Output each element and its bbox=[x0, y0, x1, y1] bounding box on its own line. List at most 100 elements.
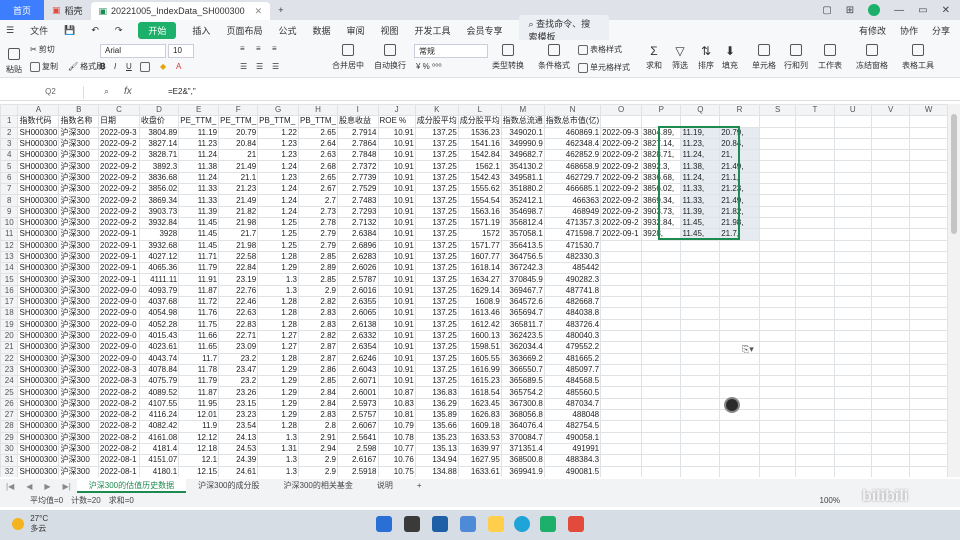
row-header[interactable]: 7 bbox=[0, 183, 19, 196]
cell[interactable]: 2.89 bbox=[297, 262, 339, 275]
column-header[interactable]: I bbox=[337, 104, 379, 117]
cell[interactable]: 466685.1 bbox=[543, 183, 602, 196]
cell[interactable]: 10.77 bbox=[377, 442, 416, 456]
cell[interactable]: 2.86 bbox=[297, 363, 339, 377]
cell[interactable] bbox=[719, 442, 760, 456]
cell[interactable]: SH000300 bbox=[17, 329, 60, 343]
row-header[interactable]: 18 bbox=[0, 307, 19, 320]
cell[interactable]: 137.25 bbox=[414, 341, 459, 354]
cell[interactable] bbox=[833, 205, 873, 218]
cell[interactable]: 137.25 bbox=[414, 160, 459, 173]
row-header[interactable]: 9 bbox=[0, 205, 19, 218]
cell[interactable]: 2.63 bbox=[297, 149, 339, 162]
cell[interactable] bbox=[758, 409, 797, 422]
cell[interactable] bbox=[795, 228, 835, 241]
cell[interactable]: 1.29 bbox=[257, 386, 299, 399]
cell[interactable]: 3836.68 bbox=[138, 171, 180, 185]
cell[interactable] bbox=[870, 205, 911, 218]
cell[interactable]: 11.7 bbox=[178, 352, 220, 365]
cell[interactable]: 10.91 bbox=[377, 273, 416, 286]
wrap-text-button[interactable]: 自动换行 bbox=[374, 44, 406, 71]
cell[interactable] bbox=[833, 149, 873, 162]
cell[interactable]: SH000300 bbox=[17, 363, 60, 377]
cell[interactable] bbox=[795, 431, 835, 444]
number-format-select[interactable]: 常规 bbox=[414, 44, 488, 58]
cell[interactable]: 365689.5 bbox=[500, 375, 545, 388]
cell[interactable] bbox=[909, 409, 948, 422]
cell[interactable]: 11.33 bbox=[178, 183, 220, 196]
cell[interactable]: 1.29 bbox=[257, 397, 299, 411]
cell[interactable]: 1634.27 bbox=[457, 273, 502, 286]
cell[interactable]: 480040.3 bbox=[543, 329, 602, 343]
cell[interactable]: 10.91 bbox=[377, 205, 416, 218]
cell[interactable]: 4181.4 bbox=[138, 442, 180, 456]
zoom-formula-icon[interactable]: ⌕ bbox=[104, 86, 109, 97]
cell[interactable]: 指数名称 bbox=[58, 115, 100, 128]
cell[interactable]: 468658.9 bbox=[543, 160, 602, 173]
cell[interactable]: 21.1 bbox=[218, 171, 259, 185]
row-header[interactable]: 32 bbox=[0, 465, 19, 477]
cell[interactable] bbox=[833, 284, 873, 298]
cell[interactable]: 1618.14 bbox=[457, 262, 502, 275]
row-header[interactable]: 17 bbox=[0, 296, 19, 309]
cell[interactable] bbox=[870, 465, 911, 477]
underline-button[interactable]: U bbox=[126, 62, 132, 71]
gallery-icon[interactable] bbox=[432, 516, 448, 532]
cell[interactable]: 收盘价 bbox=[138, 115, 180, 128]
cell[interactable]: 11.45, bbox=[680, 228, 721, 241]
cell[interactable] bbox=[600, 341, 642, 354]
cell[interactable]: 2.84 bbox=[297, 386, 339, 399]
cell[interactable]: 沪深300 bbox=[58, 273, 100, 286]
cell[interactable]: 4078.84 bbox=[138, 363, 180, 377]
cell[interactable]: 1.28 bbox=[257, 307, 299, 320]
cell[interactable]: 11.19 bbox=[178, 126, 220, 139]
sum-button[interactable]: Σ 求和 bbox=[646, 44, 662, 71]
bold-button[interactable]: B bbox=[100, 62, 106, 71]
cell[interactable]: 3828.71, bbox=[640, 149, 682, 162]
cell[interactable]: 137.25 bbox=[414, 228, 459, 241]
cell[interactable]: 1536.23 bbox=[457, 126, 502, 139]
cell[interactable]: 2022-09-2 bbox=[98, 160, 140, 173]
merge-center-button[interactable]: 合并居中 bbox=[332, 44, 364, 71]
cell[interactable]: 1555.62 bbox=[457, 183, 502, 196]
cell[interactable]: 4052.28 bbox=[138, 318, 180, 331]
cell[interactable]: 3932.84, bbox=[640, 216, 682, 230]
cell[interactable]: 3804.89 bbox=[138, 126, 180, 139]
cell[interactable]: 481665.2 bbox=[543, 352, 602, 365]
cell[interactable] bbox=[719, 296, 760, 309]
font-color-button[interactable]: A bbox=[176, 62, 181, 71]
cell[interactable]: 484038.8 bbox=[543, 307, 602, 320]
maximize-icon[interactable]: ▭ bbox=[918, 5, 927, 16]
cell[interactable] bbox=[640, 318, 682, 331]
cell[interactable]: 11.78 bbox=[178, 363, 220, 377]
cell[interactable] bbox=[719, 375, 760, 388]
cell[interactable]: SH000300 bbox=[17, 228, 60, 241]
cell[interactable]: 364756.5 bbox=[500, 250, 545, 264]
format-painter-button[interactable]: 🖌 格式刷 bbox=[68, 61, 104, 72]
tab-home[interactable]: 首页 bbox=[0, 0, 44, 20]
cell[interactable] bbox=[758, 341, 797, 354]
cell[interactable]: 4065.36 bbox=[138, 262, 180, 275]
cell[interactable]: 10.78 bbox=[377, 431, 416, 444]
cell[interactable]: 137.25 bbox=[414, 273, 459, 286]
cell[interactable] bbox=[833, 341, 873, 354]
cell[interactable] bbox=[909, 216, 948, 230]
cell[interactable] bbox=[680, 454, 721, 467]
cell[interactable] bbox=[909, 160, 948, 173]
cell[interactable]: 12.01 bbox=[178, 409, 220, 422]
cell[interactable]: 2022-09-2 bbox=[98, 194, 140, 207]
cell[interactable]: 2.7864 bbox=[337, 137, 379, 151]
menu-start[interactable]: 开始 bbox=[138, 21, 177, 39]
cell[interactable] bbox=[600, 250, 642, 264]
cell[interactable] bbox=[870, 454, 911, 467]
cell[interactable]: PE_TTM_ bbox=[178, 115, 220, 128]
cell[interactable]: 4023.61 bbox=[138, 341, 180, 354]
cell[interactable] bbox=[680, 318, 721, 331]
cell[interactable]: 2.82 bbox=[297, 329, 339, 343]
redo-icon[interactable]: ↷ bbox=[115, 25, 123, 36]
cell[interactable]: 11.45 bbox=[178, 216, 220, 230]
cell[interactable] bbox=[870, 375, 911, 388]
cell[interactable] bbox=[640, 250, 682, 264]
cell[interactable] bbox=[719, 284, 760, 298]
cell[interactable]: 2.79 bbox=[297, 239, 339, 252]
